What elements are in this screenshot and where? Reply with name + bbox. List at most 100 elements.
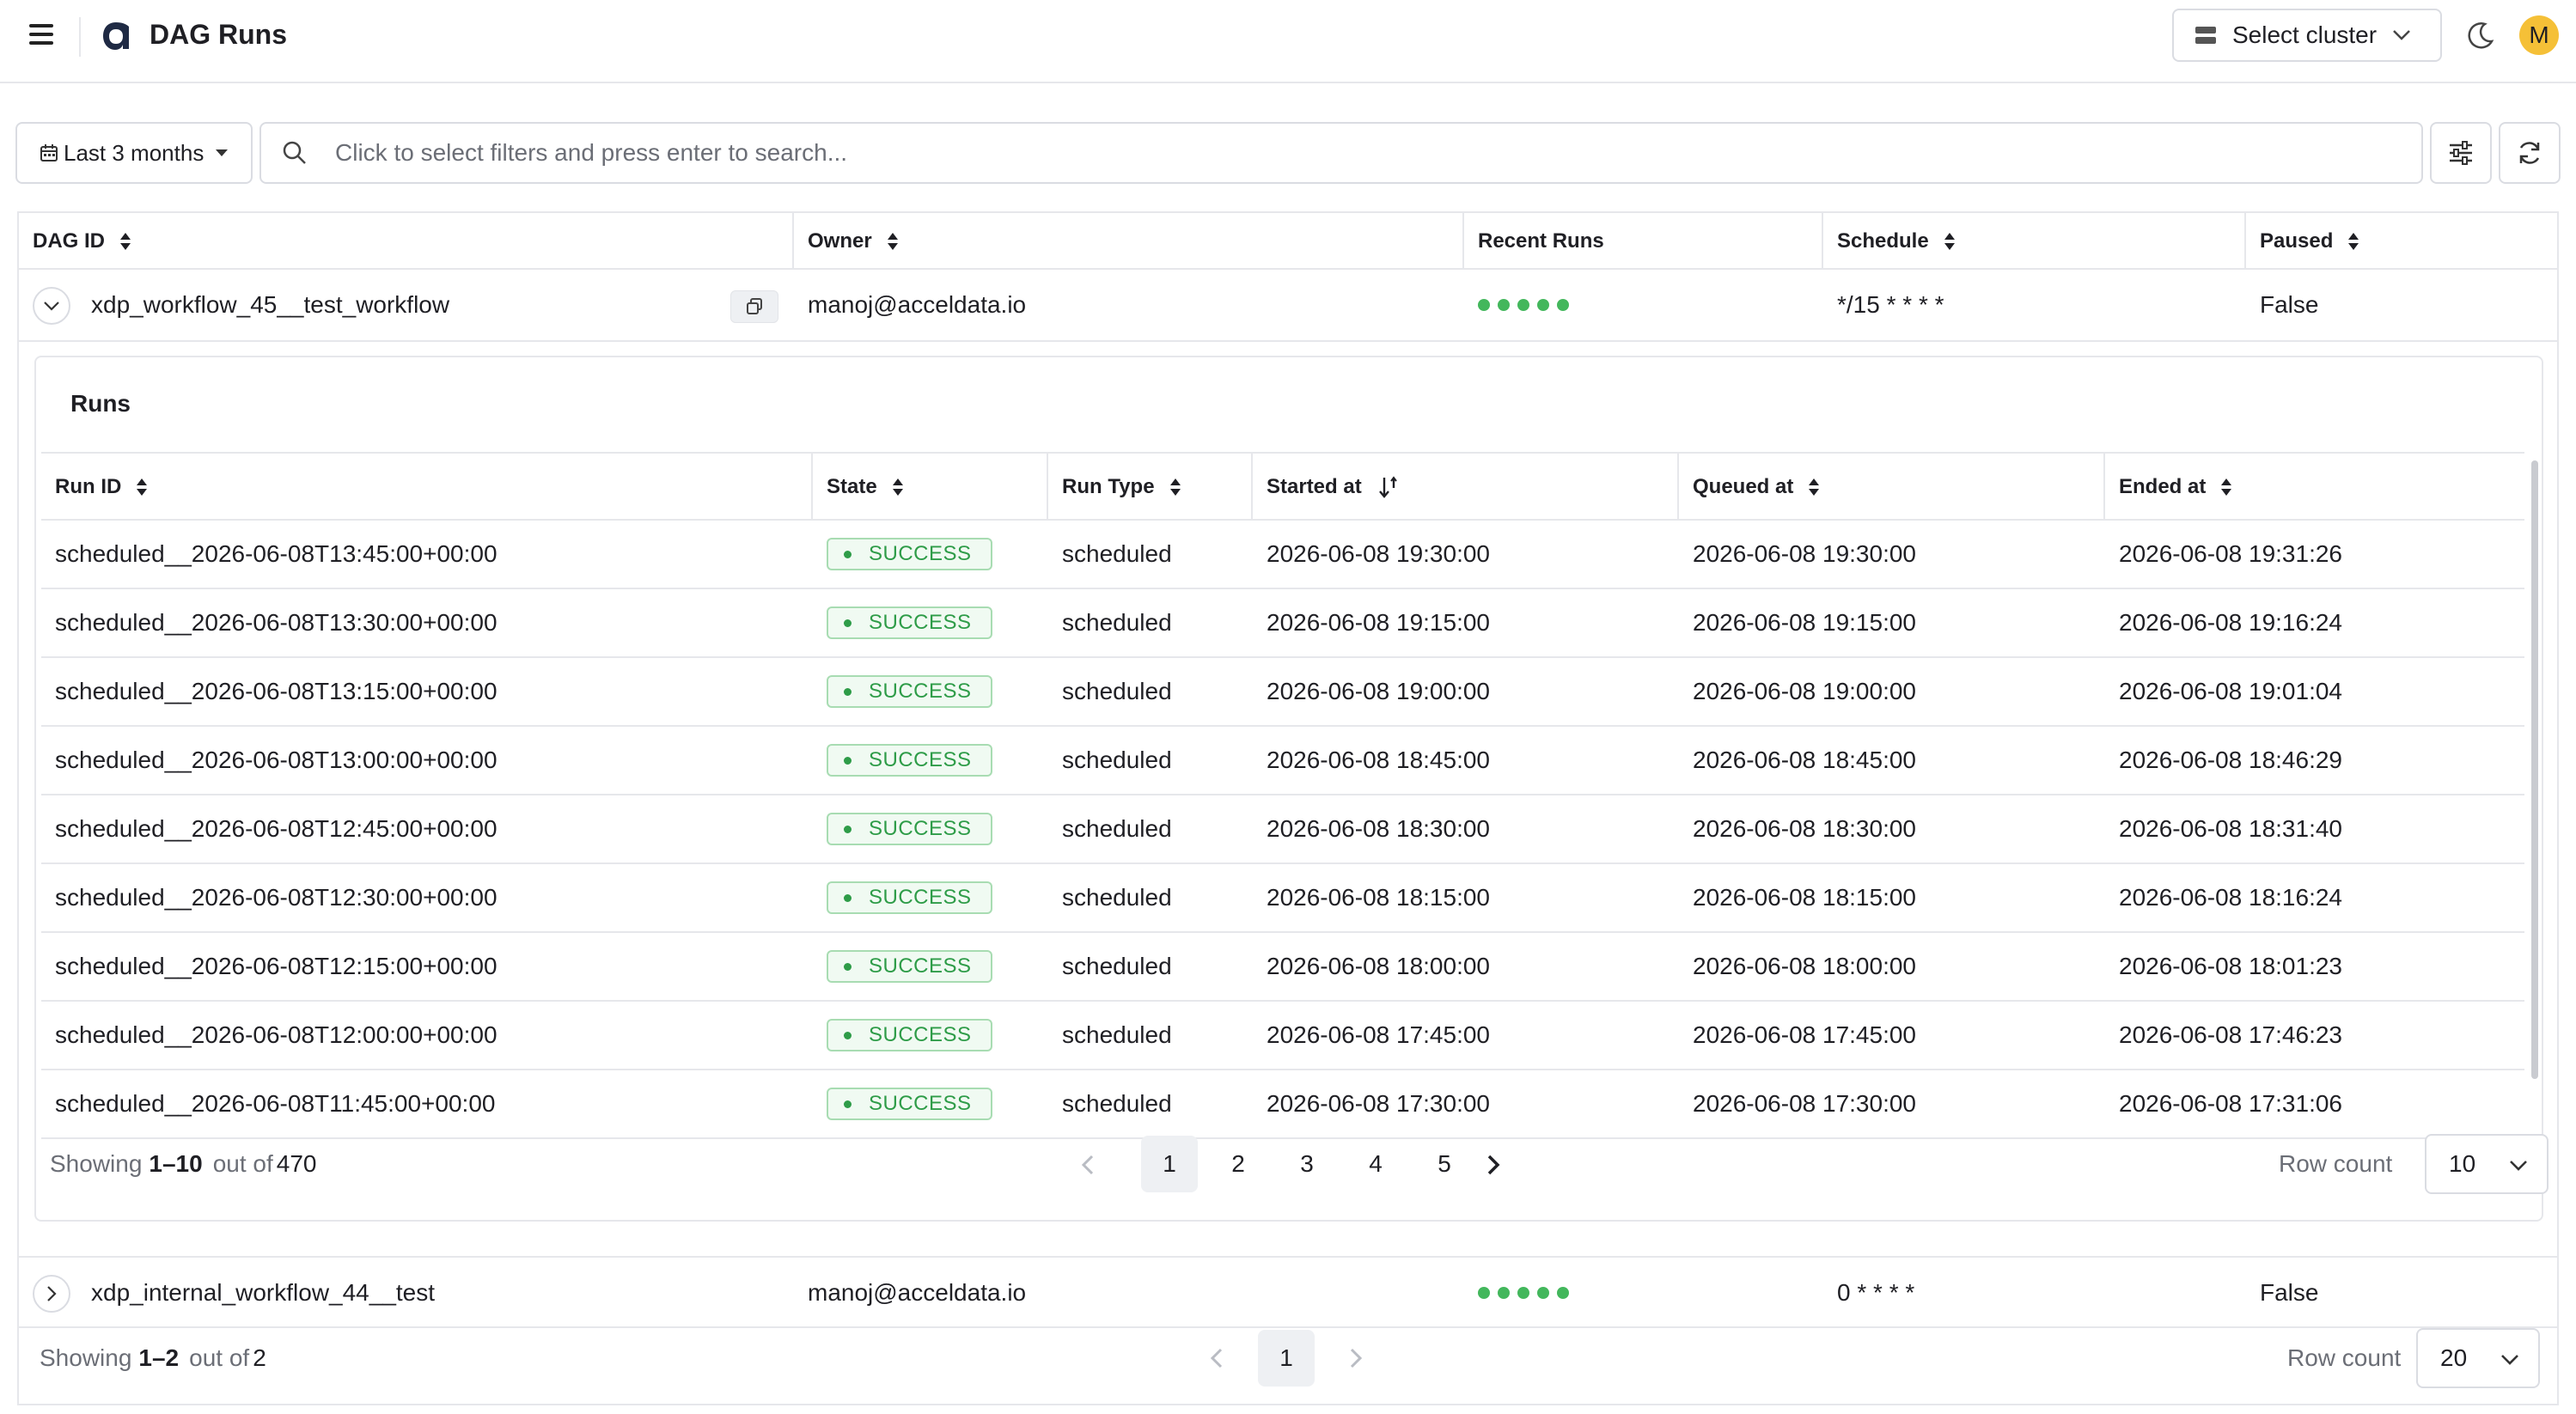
chevron-down-icon [2501,1355,2518,1365]
runs-scrollbar[interactable] [2531,460,2538,1079]
chevron-down-icon [2510,1161,2527,1171]
recent-run-dot[interactable] [1517,299,1529,311]
run-row[interactable]: scheduled__2026-06-08T12:00:00+00:00 SUCC… [41,1002,2524,1070]
status-badge: SUCCESS [827,1019,992,1051]
column-header-started-at[interactable]: Started at [1253,454,1679,521]
recent-run-dot[interactable] [1537,299,1549,311]
run-row[interactable]: scheduled__2026-06-08T13:00:00+00:00 SUCC… [41,727,2524,795]
sort-descending-icon[interactable] [1378,476,1400,498]
sort-icon[interactable] [2348,233,2359,250]
avatar[interactable]: M [2519,15,2559,55]
run-type: scheduled [1062,815,1172,842]
recent-run-dot[interactable] [1498,299,1510,311]
column-header-owner[interactable]: Owner [794,213,1464,270]
sort-icon[interactable] [1169,478,1181,496]
recent-run-dot[interactable] [1537,1287,1549,1299]
dags-showing-text: Showing 1–2 out of 2 [40,1344,266,1371]
column-header-schedule[interactable]: Schedule [1823,213,2246,270]
dag-table: DAG ID Owner Recent Runs Schedule Paused… [17,211,2559,1405]
page-button[interactable]: 1 [1141,1136,1198,1192]
recent-run-dot[interactable] [1557,299,1569,311]
run-row[interactable]: scheduled__2026-06-08T13:45:00+00:00 SUCC… [41,521,2524,589]
dags-row-count-value: 20 [2440,1344,2468,1371]
recent-run-dot[interactable] [1478,1287,1490,1299]
status-badge-label: SUCCESS [869,817,972,840]
column-header-state[interactable]: State [813,454,1048,521]
copy-button[interactable] [730,290,778,323]
run-row[interactable]: scheduled__2026-06-08T13:15:00+00:00 SUCC… [41,658,2524,727]
refresh-button[interactable] [2499,122,2561,184]
run-type: scheduled [1062,678,1172,704]
dag-schedule: 0 * * * * [1837,1279,1915,1306]
recent-run-dot[interactable] [1557,1287,1569,1299]
expand-row-button[interactable] [33,287,70,325]
run-started-at: 2026-06-08 19:15:00 [1267,609,1490,636]
run-id: scheduled__2026-06-08T13:00:00+00:00 [55,747,497,773]
run-row[interactable]: scheduled__2026-06-08T12:15:00+00:00 SUCC… [41,933,2524,1002]
column-header-run-id[interactable]: Run ID [41,454,813,521]
run-row[interactable]: scheduled__2026-06-08T11:45:00+00:00 SUCC… [41,1070,2524,1139]
sort-icon[interactable] [2221,478,2232,496]
select-cluster-button[interactable]: Select cluster [2172,9,2442,62]
run-started-at: 2026-06-08 19:00:00 [1267,678,1490,704]
sort-icon[interactable] [120,233,131,250]
status-dot-icon [844,756,852,765]
run-state: SUCCESS [813,727,992,794]
dag-row[interactable]: xdp_internal_workflow_44__test manoj@acc… [19,1256,2557,1328]
status-badge: SUCCESS [827,538,992,570]
next-page-icon[interactable] [1485,1154,1502,1176]
recent-run-dot[interactable] [1517,1287,1529,1299]
column-header-ended-at[interactable]: Ended at [2105,454,2524,521]
status-dot-icon [844,1031,852,1039]
status-badge-label: SUCCESS [869,542,972,565]
run-ended-at: 2026-06-08 18:31:40 [2119,815,2342,842]
runs-panel-title: Runs [70,390,131,417]
chevron-down-icon [2393,30,2410,40]
page-button[interactable]: 2 [1210,1136,1267,1192]
column-header-queued-at[interactable]: Queued at [1679,454,2105,521]
search-input[interactable] [335,139,2397,167]
column-header-run-type[interactable]: Run Type [1048,454,1253,521]
run-row[interactable]: scheduled__2026-06-08T12:30:00+00:00 SUCC… [41,864,2524,933]
column-header-paused[interactable]: Paused [2246,213,2557,270]
run-ended-at: 2026-06-08 19:16:24 [2119,609,2342,636]
sort-icon[interactable] [887,233,898,250]
run-row[interactable]: scheduled__2026-06-08T12:45:00+00:00 SUCC… [41,795,2524,864]
page-button[interactable]: 4 [1347,1136,1404,1192]
status-badge-label: SUCCESS [869,611,972,634]
moon-icon[interactable] [2466,21,2495,50]
sort-icon[interactable] [892,478,903,496]
page-button[interactable]: 5 [1416,1136,1473,1192]
status-dot-icon [844,550,852,558]
search-bar[interactable] [259,122,2423,184]
column-header-dag-id[interactable]: DAG ID [19,213,794,270]
run-row[interactable]: scheduled__2026-06-08T13:30:00+00:00 SUCC… [41,589,2524,658]
sort-icon[interactable] [137,478,148,496]
expand-row-button[interactable] [33,1275,70,1313]
status-dot-icon [844,619,852,627]
page-button[interactable]: 3 [1279,1136,1335,1192]
dag-id[interactable]: xdp_internal_workflow_44__test [91,1258,435,1328]
filter-settings-button[interactable] [2430,122,2492,184]
recent-run-dot[interactable] [1498,1287,1510,1299]
runs-row-count-select[interactable]: 10 [2425,1134,2549,1194]
hamburger-icon[interactable] [29,24,53,48]
date-range-button[interactable]: Last 3 months [15,122,253,184]
run-id: scheduled__2026-06-08T13:45:00+00:00 [55,540,497,567]
app-logo-icon[interactable] [100,20,132,52]
sort-icon[interactable] [1809,478,1820,496]
dag-id[interactable]: xdp_workflow_45__test_workflow [91,270,449,340]
previous-page-icon[interactable] [1208,1347,1225,1369]
run-queued-at: 2026-06-08 18:00:00 [1693,953,1916,979]
recent-runs [1478,1258,1569,1328]
server-icon [2195,27,2216,44]
dag-row[interactable]: xdp_workflow_45__test_workflow manoj@acc… [19,270,2557,342]
page-button[interactable]: 1 [1258,1330,1315,1387]
sort-icon[interactable] [1944,233,1955,250]
recent-run-dot[interactable] [1478,299,1490,311]
dags-row-count-select[interactable]: 20 [2416,1328,2540,1388]
run-started-at: 2026-06-08 17:30:00 [1267,1090,1490,1117]
next-page-icon[interactable] [1347,1347,1364,1369]
run-id: scheduled__2026-06-08T13:15:00+00:00 [55,678,497,704]
previous-page-icon[interactable] [1079,1154,1096,1176]
